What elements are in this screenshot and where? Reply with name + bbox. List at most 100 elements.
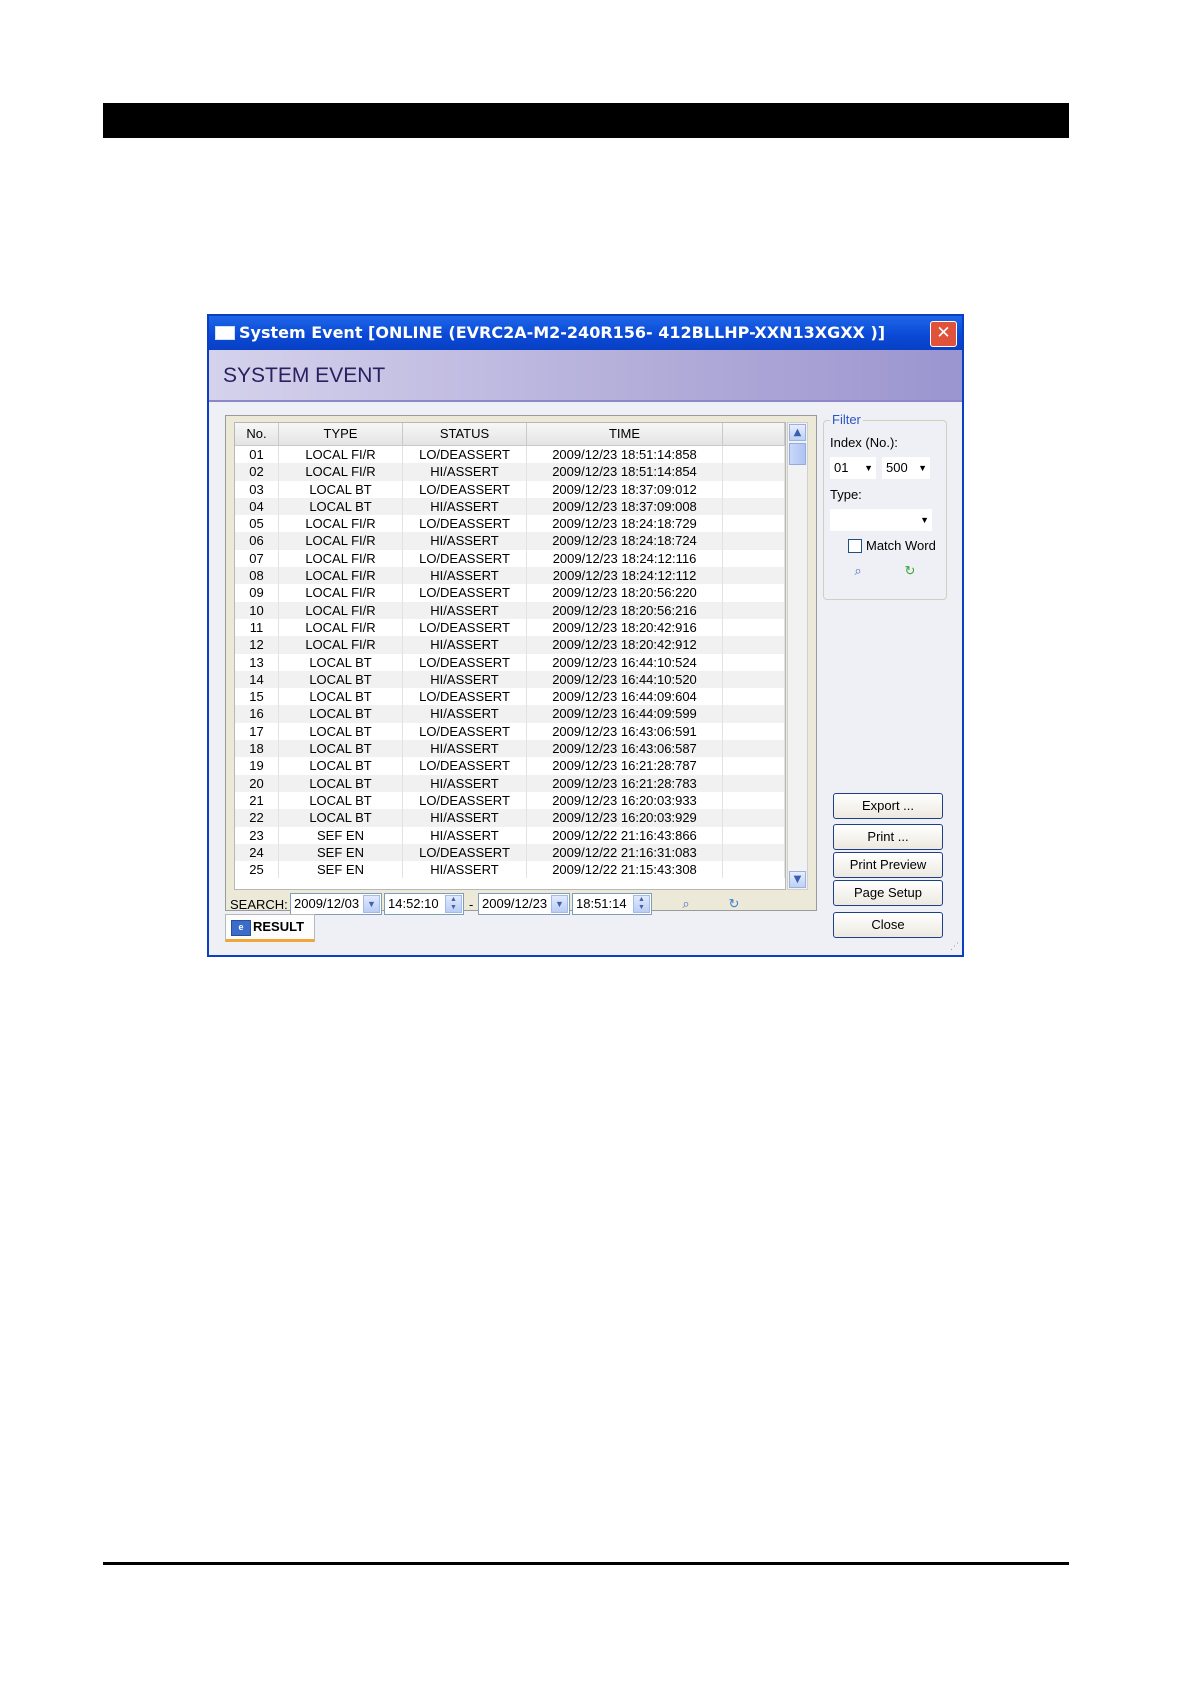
- chevron-down-icon[interactable]: ▼: [864, 457, 873, 479]
- cell-time: 2009/12/23 16:43:06:587: [527, 740, 723, 758]
- table-row[interactable]: 02 LOCAL FI/R HI/ASSERT 2009/12/23 18:51:14…: [235, 463, 785, 481]
- match-word-label: Match Word: [866, 538, 936, 553]
- match-word-checkbox[interactable]: [848, 539, 862, 553]
- cell-time: 2009/12/23 18:20:42:916: [527, 618, 723, 637]
- cell-type: SEF EN: [279, 861, 403, 879]
- chevron-down-icon[interactable]: ▼: [551, 895, 568, 913]
- cell-no: 24: [235, 843, 279, 862]
- column-header-time[interactable]: TIME: [527, 423, 723, 445]
- table-row[interactable]: 17 LOCAL BT LO/DEASSERT 2009/12/23 16:43:06…: [235, 722, 785, 741]
- cell-no: 19: [235, 757, 279, 775]
- page-setup-button[interactable]: Page Setup: [833, 880, 943, 906]
- table-row[interactable]: 25 SEF EN HI/ASSERT 2009/12/22 21:15:43:308: [235, 861, 785, 879]
- cell-type: LOCAL FI/R: [279, 549, 403, 568]
- table-row[interactable]: 19 LOCAL BT LO/DEASSERT 2009/12/23 16:21:28…: [235, 757, 785, 775]
- table-row[interactable]: 10 LOCAL FI/R HI/ASSERT 2009/12/23 18:20:56…: [235, 601, 785, 619]
- table-row[interactable]: 07 LOCAL FI/R LO/DEASSERT 2009/12/23 18:24:…: [235, 549, 785, 568]
- search-to-date[interactable]: 2009/12/23 ▼: [478, 893, 570, 915]
- cell-empty: [723, 688, 785, 706]
- column-header-no[interactable]: No.: [235, 423, 279, 445]
- cell-status: LO/DEASSERT: [403, 791, 527, 810]
- table-row[interactable]: 11 LOCAL FI/R LO/DEASSERT 2009/12/23 18:20:…: [235, 618, 785, 637]
- cell-time: 2009/12/23 18:51:14:858: [527, 446, 723, 464]
- search-from-time-value: 14:52:10: [388, 896, 439, 911]
- refresh-icon[interactable]: ↻: [902, 563, 918, 579]
- cell-empty: [723, 446, 785, 464]
- type-select[interactable]: ▼: [830, 509, 932, 531]
- scroll-down-icon[interactable]: ▼: [789, 871, 806, 888]
- close-icon[interactable]: ✕: [930, 321, 957, 347]
- vertical-scrollbar[interactable]: ▲ ▼: [787, 422, 808, 890]
- document-header-bar: [103, 103, 1069, 138]
- spin-arrows-icon[interactable]: ▲ ▼: [633, 895, 650, 913]
- event-table: No. TYPE STATUS TIME 01 LOCAL FI/R LO/DEAS…: [234, 422, 786, 890]
- index-to-select[interactable]: 500 ▼: [882, 457, 930, 479]
- cell-type: LOCAL BT: [279, 809, 403, 827]
- column-header-status[interactable]: STATUS: [403, 423, 527, 445]
- table-row[interactable]: 13 LOCAL BT LO/DEASSERT 2009/12/23 16:44:10…: [235, 653, 785, 671]
- tab-result[interactable]: e RESULT: [225, 914, 315, 942]
- table-row[interactable]: 06 LOCAL FI/R HI/ASSERT 2009/12/23 18:24:18…: [235, 532, 785, 550]
- window-title: System Event [ONLINE (EVRC2A-M2-240R156-…: [239, 323, 886, 342]
- cell-time: 2009/12/23 18:37:09:008: [527, 497, 723, 516]
- table-row[interactable]: 21 LOCAL BT LO/DEASSERT 2009/12/23 16:20:03…: [235, 791, 785, 810]
- cell-time: 2009/12/23 18:24:12:116: [527, 549, 723, 568]
- spin-arrows-icon[interactable]: ▲ ▼: [445, 895, 462, 913]
- search-from-date[interactable]: 2009/12/03 ▼: [290, 893, 382, 915]
- table-row[interactable]: 14 LOCAL BT HI/ASSERT 2009/12/23 16:44:10:5…: [235, 670, 785, 689]
- cell-no: 07: [235, 549, 279, 568]
- cell-type: LOCAL BT: [279, 722, 403, 741]
- table-row[interactable]: 05 LOCAL FI/R LO/DEASSERT 2009/12/23 18:24:…: [235, 515, 785, 533]
- table-row[interactable]: 23 SEF EN HI/ASSERT 2009/12/22 21:16:43:866: [235, 826, 785, 844]
- cell-type: LOCAL FI/R: [279, 463, 403, 481]
- table-row[interactable]: 15 LOCAL BT LO/DEASSERT 2009/12/23 16:44:09…: [235, 688, 785, 706]
- table-row[interactable]: 09 LOCAL FI/R LO/DEASSERT 2009/12/23 18:20:…: [235, 584, 785, 602]
- scroll-up-icon[interactable]: ▲: [789, 424, 806, 441]
- cell-type: LOCAL BT: [279, 757, 403, 775]
- cell-status: LO/DEASSERT: [403, 515, 527, 533]
- column-header-type[interactable]: TYPE: [279, 423, 403, 445]
- cell-status: HI/ASSERT: [403, 670, 527, 689]
- search-from-time[interactable]: 14:52:10 ▲ ▼: [384, 893, 464, 915]
- table-row[interactable]: 22 LOCAL BT HI/ASSERT 2009/12/23 16:20:03:9…: [235, 809, 785, 827]
- cell-time: 2009/12/23 16:44:09:604: [527, 688, 723, 706]
- chevron-down-icon[interactable]: ▼: [363, 895, 380, 913]
- export-button[interactable]: Export ...: [833, 793, 943, 819]
- cell-type: LOCAL BT: [279, 740, 403, 758]
- cell-no: 08: [235, 567, 279, 585]
- cell-no: 21: [235, 791, 279, 810]
- resize-grip-icon[interactable]: ⋰: [950, 942, 959, 952]
- cell-status: HI/ASSERT: [403, 601, 527, 619]
- search-icon[interactable]: ⌕: [678, 896, 694, 912]
- search-to-time[interactable]: 18:51:14 ▲ ▼: [572, 893, 652, 915]
- table-row[interactable]: 18 LOCAL BT HI/ASSERT 2009/12/23 16:43:06:5…: [235, 740, 785, 758]
- tab-result-label: RESULT: [253, 919, 305, 934]
- table-row[interactable]: 03 LOCAL BT LO/DEASSERT 2009/12/23 18:37:09…: [235, 480, 785, 498]
- refresh-icon[interactable]: ↻: [726, 896, 742, 912]
- table-row[interactable]: 04 LOCAL BT HI/ASSERT 2009/12/23 18:37:09:0…: [235, 497, 785, 516]
- table-row[interactable]: 16 LOCAL BT HI/ASSERT 2009/12/23 16:44:09:5…: [235, 705, 785, 723]
- cell-no: 16: [235, 705, 279, 723]
- chevron-down-icon[interactable]: ▼: [918, 457, 927, 479]
- table-row[interactable]: 24 SEF EN LO/DEASSERT 2009/12/22 21:16:31:0…: [235, 843, 785, 862]
- cell-status: HI/ASSERT: [403, 636, 527, 654]
- table-row[interactable]: 08 LOCAL FI/R HI/ASSERT 2009/12/23 18:24:12…: [235, 567, 785, 585]
- cell-time: 2009/12/23 16:44:10:520: [527, 670, 723, 689]
- table-row[interactable]: 01 LOCAL FI/R LO/DEASSERT 2009/12/23 18:51:…: [235, 446, 785, 464]
- chevron-down-icon[interactable]: ▼: [920, 509, 929, 531]
- cell-time: 2009/12/23 18:20:56:220: [527, 584, 723, 602]
- cell-no: 05: [235, 515, 279, 533]
- cell-type: SEF EN: [279, 843, 403, 862]
- cell-empty: [723, 843, 785, 862]
- search-icon[interactable]: ⌕: [850, 563, 866, 579]
- search-to-date-value: 2009/12/23: [482, 896, 548, 911]
- print-button[interactable]: Print ...: [833, 824, 943, 850]
- table-row[interactable]: 12 LOCAL FI/R HI/ASSERT 2009/12/23 18:20:42…: [235, 636, 785, 654]
- scroll-thumb[interactable]: [789, 443, 806, 465]
- title-bar[interactable]: System Event [ONLINE (EVRC2A-M2-240R156-…: [209, 316, 962, 350]
- print-preview-button[interactable]: Print Preview: [833, 852, 943, 878]
- index-from-select[interactable]: 01 ▼: [830, 457, 876, 479]
- close-button[interactable]: Close: [833, 912, 943, 938]
- cell-empty: [723, 584, 785, 602]
- table-row[interactable]: 20 LOCAL BT HI/ASSERT 2009/12/23 16:21:28:7…: [235, 774, 785, 792]
